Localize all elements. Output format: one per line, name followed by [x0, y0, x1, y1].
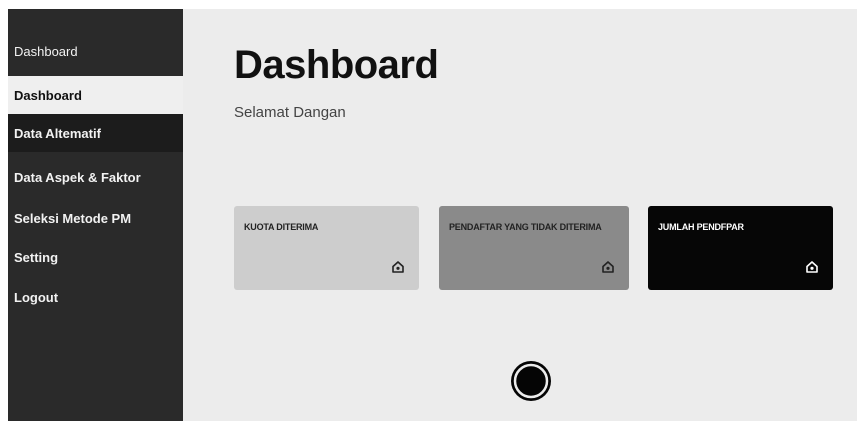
page-subtitle: Selamat Dangan: [234, 104, 346, 121]
home-icon: [806, 261, 818, 273]
sidebar-item-data-aspek-faktor[interactable]: Data Aspek & Faktor: [8, 158, 183, 196]
sidebar-item-dashboard[interactable]: Dashboard: [8, 76, 183, 114]
card-kuota-diterima[interactable]: KUOTA DITERIMA: [234, 206, 419, 290]
loading-circle-icon: [511, 361, 551, 401]
app-window: Dashboard Dashboard Data Altematif Data …: [8, 9, 857, 421]
sidebar-item-data-alternatif[interactable]: Data Altematif: [8, 114, 183, 152]
home-icon: [392, 261, 404, 273]
page-title: Dashboard: [234, 43, 439, 87]
sidebar-item-logout[interactable]: Logout: [8, 278, 183, 316]
sidebar: Dashboard Dashboard Data Altematif Data …: [8, 9, 183, 421]
home-icon: [602, 261, 614, 273]
sidebar-item-seleksi-metode-pm[interactable]: Seleksi Metode PM: [8, 199, 183, 237]
main-content: Dashboard Selamat Dangan KUOTA DITERIMA …: [183, 9, 857, 421]
card-label: PENDAFTAR YANG TIDAK DITERIMA: [449, 222, 602, 232]
sidebar-item-setting[interactable]: Setting: [8, 238, 183, 276]
sidebar-brand: Dashboard: [14, 44, 78, 59]
card-label: JUMLAH PENDFPAR: [658, 222, 744, 232]
card-label: KUOTA DITERIMA: [244, 222, 319, 232]
card-jumlah-pendaftar[interactable]: JUMLAH PENDFPAR: [648, 206, 833, 290]
card-pendaftar-tidak-diterima[interactable]: PENDAFTAR YANG TIDAK DITERIMA: [439, 206, 629, 290]
